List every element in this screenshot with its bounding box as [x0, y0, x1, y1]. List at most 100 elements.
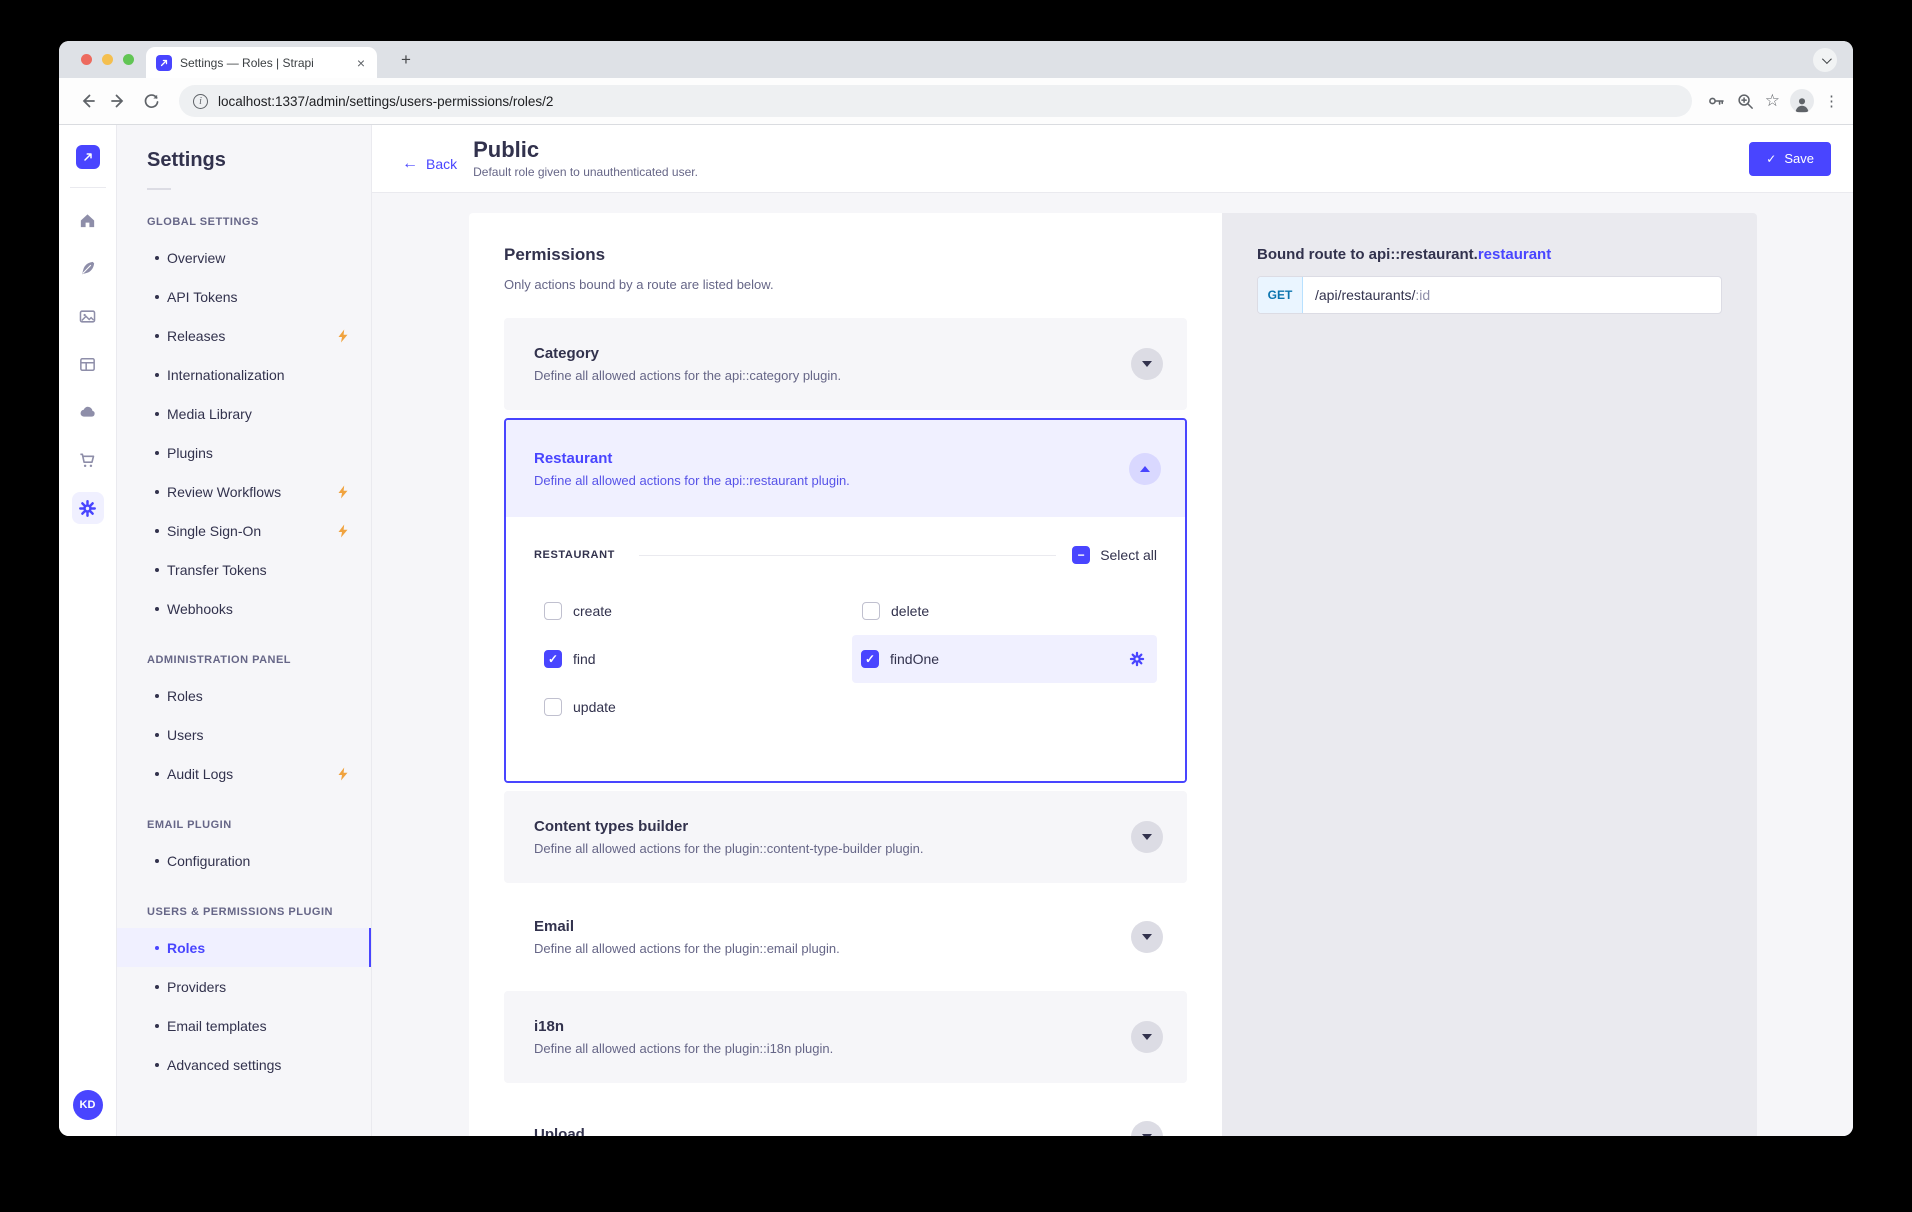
select-all-row: RESTAURANT − Select all [534, 545, 1157, 565]
tab-close-icon[interactable]: × [355, 55, 367, 71]
sidebar-item-releases[interactable]: Releases [117, 316, 371, 355]
address-bar[interactable]: i localhost:1337/admin/settings/users-pe… [179, 85, 1692, 117]
bullet-icon [155, 733, 159, 737]
main-nav-rail: KD [59, 125, 117, 1136]
user-avatar[interactable]: KD [73, 1090, 103, 1120]
action-delete: delete [852, 587, 1157, 635]
create-checkbox[interactable] [544, 602, 562, 620]
sidebar-item-admin-users[interactable]: Users [117, 715, 371, 754]
update-checkbox[interactable] [544, 698, 562, 716]
expand-button[interactable] [1131, 1021, 1163, 1053]
action-create: create [534, 587, 852, 635]
accordion-category[interactable]: Category Define all allowed actions for … [504, 318, 1187, 410]
tab-search-button[interactable] [1813, 48, 1837, 72]
accordion-email[interactable]: Email Define all allowed actions for the… [504, 891, 1187, 983]
cog-icon[interactable] [1129, 651, 1145, 667]
sidebar-item-overview[interactable]: Overview [117, 238, 371, 277]
bullet-icon [155, 412, 159, 416]
sidebar-item-plugins[interactable]: Plugins [117, 433, 371, 472]
browser-profile-icon[interactable] [1790, 89, 1814, 113]
browser-tab[interactable]: Settings — Roles | Strapi × [146, 47, 377, 78]
rail-item-content-type-builder[interactable] [59, 340, 117, 388]
page-content: Permissions Only actions bound by a rout… [372, 193, 1853, 1136]
sidebar-item-email-templates[interactable]: Email templates [117, 1006, 371, 1045]
delete-checkbox[interactable] [862, 602, 880, 620]
sidebar-item-email-configuration[interactable]: Configuration [117, 841, 371, 880]
strapi-logo[interactable] [76, 145, 100, 169]
url-text: localhost:1337/admin/settings/users-perm… [218, 94, 553, 109]
bound-route-title: Bound route to api::restaurant.restauran… [1257, 246, 1722, 263]
maximize-window-icon[interactable] [123, 54, 134, 65]
expand-button[interactable] [1131, 821, 1163, 853]
accordion-content-types-builder[interactable]: Content types builder Define all allowed… [504, 791, 1187, 883]
sidebar-item-review-workflows[interactable]: Review Workflows [117, 472, 371, 511]
bullet-icon [155, 529, 159, 533]
bookmark-star-icon[interactable]: ☆ [1765, 91, 1780, 111]
layout-icon [78, 355, 97, 374]
expand-button[interactable] [1131, 1121, 1163, 1136]
rail-divider [70, 187, 106, 188]
bullet-icon [155, 946, 159, 950]
expand-button[interactable] [1131, 348, 1163, 380]
sidebar-item-media-library[interactable]: Media Library [117, 394, 371, 433]
expand-button[interactable] [1131, 921, 1163, 953]
page-subtitle: Default role given to unauthenticated us… [473, 165, 698, 179]
sidebar-item-admin-roles[interactable]: Roles [117, 676, 371, 715]
site-info-icon[interactable]: i [193, 94, 208, 109]
bullet-icon [155, 490, 159, 494]
tab-title: Settings — Roles | Strapi [180, 56, 347, 70]
rail-item-content-manager[interactable] [59, 244, 117, 292]
find-checkbox[interactable]: ✓ [544, 650, 562, 668]
sidebar-item-advanced-settings[interactable]: Advanced settings [117, 1045, 371, 1084]
rail-item-marketplace[interactable] [59, 436, 117, 484]
select-all-label: Select all [1100, 547, 1157, 563]
browser-window: Settings — Roles | Strapi × + i localhos… [59, 41, 1853, 1136]
back-nav-button[interactable] [73, 87, 101, 115]
permissions-subtitle: Only actions bound by a route are listed… [504, 277, 1187, 292]
section-global-settings: GLOBAL SETTINGS [117, 216, 371, 228]
accordion-i18n[interactable]: i18n Define all allowed actions for the … [504, 991, 1187, 1083]
save-button[interactable]: ✓ Save [1749, 142, 1831, 176]
sidebar-item-single-sign-on[interactable]: Single Sign-On [117, 511, 371, 550]
collapse-button[interactable] [1129, 453, 1161, 485]
bullet-icon [155, 295, 159, 299]
sidebar-item-audit-logs[interactable]: Audit Logs [117, 754, 371, 793]
password-key-icon[interactable] [1706, 91, 1726, 111]
rail-item-media-library[interactable] [59, 292, 117, 340]
section-administration-panel: ADMINISTRATION PANEL [117, 654, 371, 666]
sidebar-item-up-roles[interactable]: Roles [117, 928, 371, 967]
close-window-icon[interactable] [81, 54, 92, 65]
caret-down-icon [1142, 1034, 1152, 1040]
sidebar-item-internationalization[interactable]: Internationalization [117, 355, 371, 394]
bullet-icon [155, 373, 159, 377]
rail-item-deploy[interactable] [59, 388, 117, 436]
new-tab-button[interactable]: + [395, 49, 417, 71]
bullet-icon [155, 859, 159, 863]
empty-cell [852, 683, 1157, 731]
lightning-bolt-icon [337, 329, 349, 343]
sidebar-item-api-tokens[interactable]: API Tokens [117, 277, 371, 316]
minimize-window-icon[interactable] [102, 54, 113, 65]
sidebar-title: Settings [117, 149, 371, 172]
sidebar-item-transfer-tokens[interactable]: Transfer Tokens [117, 550, 371, 589]
settings-sidebar: Settings GLOBAL SETTINGS Overview API To… [117, 125, 372, 1136]
zoom-in-icon[interactable] [1736, 92, 1755, 111]
permissions-panel: Permissions Only actions bound by a rout… [469, 213, 1222, 1136]
action-findone[interactable]: ✓ findOne [852, 635, 1157, 683]
findone-checkbox[interactable]: ✓ [861, 650, 879, 668]
strapi-app: KD Settings GLOBAL SETTINGS Overview API… [59, 125, 1853, 1136]
forward-nav-button[interactable] [105, 87, 133, 115]
bound-route-panel: Bound route to api::restaurant.restauran… [1222, 213, 1757, 1136]
reload-button[interactable] [137, 87, 165, 115]
caret-down-icon [1142, 834, 1152, 840]
select-all-checkbox[interactable]: − [1072, 546, 1090, 564]
macos-traffic-lights [81, 54, 134, 65]
sidebar-item-webhooks[interactable]: Webhooks [117, 589, 371, 628]
accordion-restaurant-header[interactable]: Restaurant Define all allowed actions fo… [506, 420, 1185, 517]
browser-menu-icon[interactable]: ⋮ [1824, 92, 1839, 110]
rail-item-settings[interactable] [59, 484, 117, 532]
sidebar-item-providers[interactable]: Providers [117, 967, 371, 1006]
back-link[interactable]: ← Back [402, 156, 457, 172]
accordion-upload[interactable]: Upload [504, 1091, 1187, 1136]
rail-item-home[interactable] [59, 196, 117, 244]
